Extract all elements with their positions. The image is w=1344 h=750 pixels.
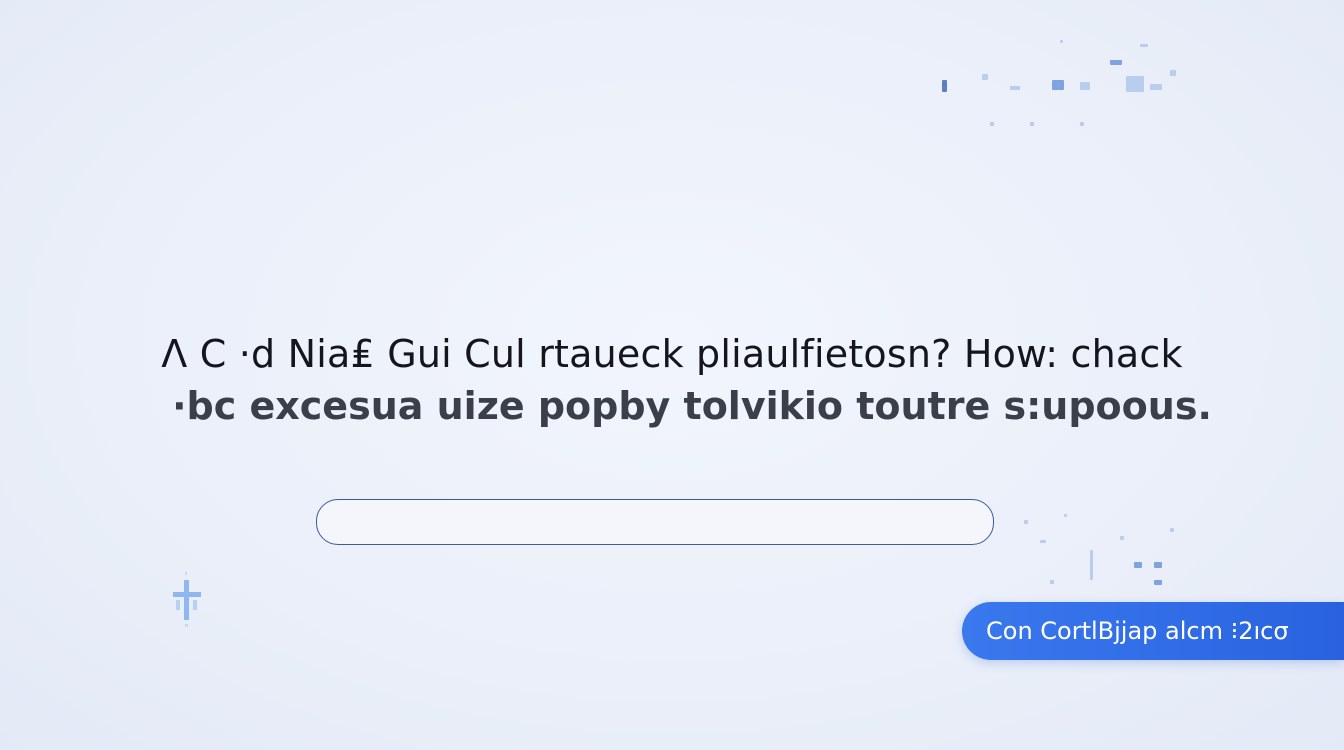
heading-line-2: ·bc excesua uize popby tolvikio toutre s… bbox=[172, 384, 1212, 428]
cross-icon bbox=[165, 570, 209, 630]
cta-button[interactable]: Con CortlBjjap alcm ⁝2ıcσ bbox=[962, 602, 1344, 660]
page-heading: Λ Ⅽ ·d Nia₤ Gui Cul rtaueck pliaulfietos… bbox=[0, 328, 1344, 432]
heading-line-1: Λ Ⅽ ·d Nia₤ Gui Cul rtaueck pliaulfietos… bbox=[161, 332, 1183, 376]
pixel-cluster-icon bbox=[930, 30, 1190, 140]
text-input[interactable] bbox=[316, 499, 994, 545]
